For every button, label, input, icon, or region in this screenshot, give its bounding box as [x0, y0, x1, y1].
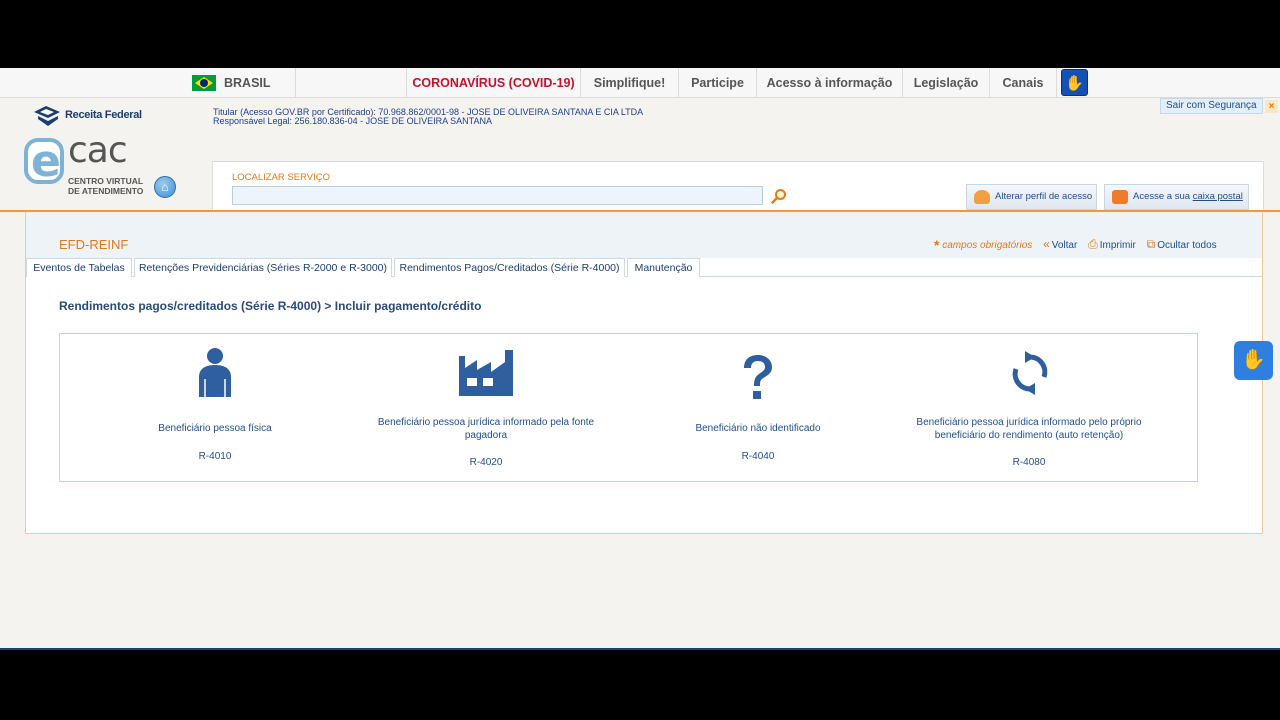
option-code: R-4040 — [741, 451, 775, 462]
gov-canais-link[interactable]: Canais — [989, 68, 1057, 98]
option-auto-retencao[interactable]: Beneficiário pessoa jurídica informado p… — [900, 334, 1158, 483]
option-code: R-4020 — [469, 457, 503, 468]
users-icon — [974, 190, 990, 204]
gov-brasil-label: BRASIL — [224, 76, 271, 90]
ecac-subtitle: CENTRO VIRTUAL DE ATENDIMENTO — [68, 176, 144, 196]
tab-retencoes-previdenciarias[interactable]: Retenções Previdenciárias (Séries R-2000… — [134, 258, 392, 277]
voltar-link[interactable]: «Voltar — [1043, 237, 1077, 251]
option-label: Beneficiário pessoa física — [158, 423, 272, 434]
close-icon[interactable]: × — [1265, 100, 1278, 113]
option-code: R-4080 — [1012, 457, 1046, 468]
brazil-flag-icon — [192, 75, 216, 91]
back-icon: « — [1043, 237, 1050, 251]
gov-legislacao-link[interactable]: Legislação — [902, 68, 989, 98]
refresh-icon — [1012, 351, 1048, 395]
option-pessoa-juridica-fonte[interactable]: Beneficiário pessoa jurídica informado p… — [360, 334, 612, 483]
option-label: Beneficiário não identificado — [695, 423, 821, 434]
required-fields-note: campos obrigatórios — [942, 240, 1033, 251]
page-title: EFD-REINF — [59, 237, 129, 252]
alterar-perfil-label: Alterar perfil de acesso — [995, 191, 1093, 202]
vlibras-icon[interactable]: ✋ — [1061, 69, 1088, 96]
collapse-icon: ⧉ — [1146, 237, 1156, 251]
main-content: EFD-REINF * campos obrigatórios «Voltar … — [25, 212, 1263, 534]
option-label: Beneficiário pessoa jurídica informado p… — [377, 417, 595, 441]
search-icon[interactable] — [771, 188, 787, 204]
ecac-cac-text: cac — [68, 130, 128, 171]
caixa-postal-link[interactable]: caixa postal — [1193, 191, 1243, 202]
tab-manutencao[interactable]: Manutenção — [627, 258, 700, 277]
option-label: Beneficiário pessoa jurídica informado p… — [916, 417, 1142, 441]
gov-simplifique-link[interactable]: Simplifique! — [580, 68, 678, 98]
gov-bar: BRASIL CORONAVÍRUS (COVID-19) Simplifiqu… — [0, 68, 1280, 98]
tab-eventos-tabelas[interactable]: Eventos de Tabelas — [26, 258, 132, 277]
home-icon[interactable]: ⌂ — [154, 176, 176, 198]
option-nao-identificado[interactable]: Beneficiário não identificado R-4040 — [660, 334, 856, 483]
caixa-postal-button[interactable]: Acesse a sua caixa postal — [1104, 184, 1249, 210]
search-input[interactable] — [232, 186, 763, 205]
gov-participe-link[interactable]: Participe — [678, 68, 756, 98]
ecac-e-mark: e — [24, 136, 64, 187]
gov-spacer — [295, 68, 406, 98]
person-icon — [199, 348, 231, 397]
receita-federal-mark-icon — [34, 106, 60, 126]
gov-covid-link[interactable]: CORONAVÍRUS (COVID-19) — [406, 68, 580, 98]
ocultar-todos-link[interactable]: ⧉ Ocultar todos — [1146, 237, 1217, 251]
imprimir-link[interactable]: ⎙ Imprimir — [1088, 237, 1136, 251]
breadcrumb: Rendimentos pagos/creditados (Série R-40… — [59, 299, 482, 313]
caixa-postal-prefix: Acesse a sua — [1133, 191, 1193, 202]
receita-federal-text: Receita Federal — [65, 109, 142, 121]
tab-bar: Eventos de Tabelas Retenções Previdenciá… — [26, 258, 1262, 277]
toolbar: * campos obrigatórios «Voltar ⎙ Imprimir … — [934, 237, 1217, 253]
vlibras-widget-icon[interactable]: ✋ — [1234, 341, 1273, 380]
options-panel: Beneficiário pessoa física R-4010 Benefi… — [59, 333, 1198, 482]
content-header: EFD-REINF * campos obrigatórios «Voltar … — [26, 212, 1262, 258]
mail-icon — [1112, 190, 1128, 204]
responsavel-text: Responsável Legal: 256.180.836-04 - JOSE… — [213, 116, 492, 126]
search-label: LOCALIZAR SERVIÇO — [232, 172, 331, 183]
print-icon: ⎙ — [1088, 237, 1098, 251]
search-panel: LOCALIZAR SERVIÇO Alterar perfil de aces… — [212, 161, 1264, 211]
option-pessoa-fisica[interactable]: Beneficiário pessoa física R-4010 — [120, 334, 310, 483]
gov-brasil-link[interactable]: BRASIL — [180, 68, 295, 98]
user-info: Titular (Acesso GOV.BR por Certificado):… — [213, 108, 643, 126]
gov-acesso-informacao-link[interactable]: Acesso à informação — [756, 68, 902, 98]
question-icon — [744, 355, 772, 399]
logout-button[interactable]: Sair com Segurança — [1160, 98, 1263, 114]
required-star-icon: * — [934, 237, 940, 253]
bottom-divider — [0, 648, 1280, 650]
browser-viewport: BRASIL CORONAVÍRUS (COVID-19) Simplifiqu… — [0, 68, 1280, 650]
tab-rendimentos-pagos[interactable]: Rendimentos Pagos/Creditados (Série R-40… — [394, 258, 625, 277]
ecac-logo[interactable]: e cac CENTRO VIRTUAL DE ATENDIMENTO — [24, 130, 144, 198]
alterar-perfil-button[interactable]: Alterar perfil de acesso — [966, 184, 1097, 210]
factory-icon — [459, 350, 513, 396]
option-code: R-4010 — [198, 451, 232, 462]
